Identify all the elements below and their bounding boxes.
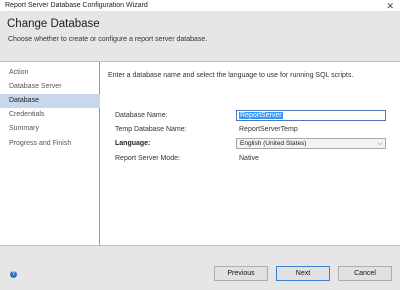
previous-button[interactable]: Previous (214, 266, 268, 281)
database-name-input[interactable]: ReportServer (236, 110, 386, 121)
chevron-down-icon[interactable]: ⌵ (377, 139, 382, 149)
cancel-button[interactable]: Cancel (338, 266, 392, 281)
sidebar-item-credentials[interactable]: Credentials (0, 108, 100, 122)
language-label: Language: (115, 140, 151, 147)
sidebar-item-action[interactable]: Action (0, 66, 100, 80)
sidebar-item-summary[interactable]: Summary (0, 122, 100, 136)
sidebar-item-progress-and-finish[interactable]: Progress and Finish (0, 137, 100, 151)
page-subtitle: Choose whether to create or configure a … (8, 36, 208, 43)
wizard-steps-sidebar: Action Database Server Database Credenti… (0, 62, 100, 245)
report-server-mode-label: Report Server Mode: (115, 155, 180, 162)
wizard-header: Change Database Choose whether to create… (0, 12, 400, 62)
temp-database-name-value: ReportServerTemp (239, 126, 298, 133)
window-title: Report Server Database Configuration Wiz… (5, 2, 148, 9)
language-select[interactable]: English (United States) ⌵ (236, 138, 386, 149)
temp-database-name-label: Temp Database Name: (115, 126, 187, 133)
sidebar-item-database[interactable]: Database (0, 94, 100, 108)
language-selected-value: English (United States) (240, 140, 307, 147)
page-title: Change Database (7, 18, 100, 30)
sidebar-item-database-server[interactable]: Database Server (0, 80, 100, 94)
database-name-label: Database Name: (115, 112, 168, 119)
database-name-value: ReportServer (239, 112, 283, 119)
title-bar: Report Server Database Configuration Wiz… (0, 0, 400, 12)
wizard-footer: ? Previous Next Cancel (0, 245, 400, 290)
help-icon[interactable]: ? (10, 271, 17, 278)
instructions-text: Enter a database name and select the lan… (108, 72, 354, 79)
report-server-mode-value: Native (239, 155, 259, 162)
next-button[interactable]: Next (276, 266, 330, 281)
main-content: Enter a database name and select the lan… (101, 62, 400, 245)
close-icon[interactable]: ✕ (386, 0, 394, 12)
